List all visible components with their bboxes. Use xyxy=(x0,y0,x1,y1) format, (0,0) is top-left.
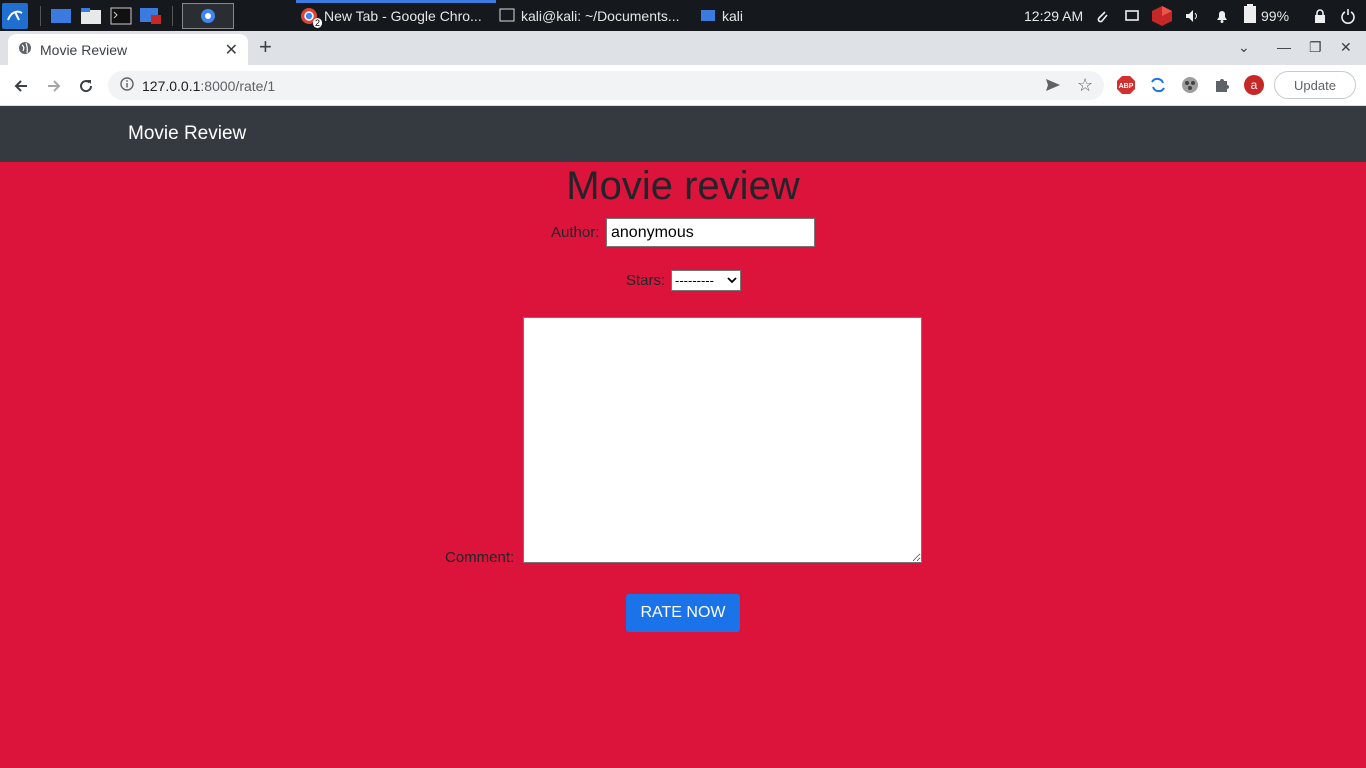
new-tab-icon[interactable]: + xyxy=(259,36,272,58)
screen-recorder-icon[interactable] xyxy=(138,3,164,29)
sync-icon[interactable] xyxy=(1148,75,1168,95)
rate-now-button[interactable]: RATE NOW xyxy=(626,594,740,632)
taskbar-window-title: kali xyxy=(722,8,744,24)
page-title: Movie review xyxy=(566,164,800,208)
comment-textarea[interactable] xyxy=(523,317,922,563)
globe-icon xyxy=(18,41,32,58)
active-window-indicator xyxy=(296,0,496,3)
paperclip-icon[interactable] xyxy=(1094,0,1110,31)
svg-text:a: a xyxy=(1251,78,1258,92)
url-host: 127.0.0.1 xyxy=(142,77,201,94)
volume-icon[interactable] xyxy=(1184,0,1202,31)
taskbar-separator xyxy=(172,6,173,26)
chrome-icon: 2 xyxy=(300,7,322,28)
workspace-switcher[interactable] xyxy=(182,3,234,29)
window-count-badge: 2 xyxy=(312,18,322,28)
tab-strip: Movie Review ✕ xyxy=(0,31,1366,65)
folder-icon xyxy=(700,8,716,25)
reload-icon[interactable] xyxy=(75,75,97,97)
comment-label: Comment: xyxy=(445,549,515,566)
stars-label: Stars: xyxy=(626,272,666,289)
close-window-icon[interactable]: ✕ xyxy=(1340,39,1352,56)
tab-search-icon[interactable]: ⌄ xyxy=(1238,39,1250,56)
stars-select[interactable]: --------- xyxy=(671,270,741,291)
svg-text:ABP: ABP xyxy=(1119,83,1134,90)
author-input[interactable] xyxy=(606,218,815,247)
site-navbar: Movie Review xyxy=(0,106,1366,162)
stars-selected-value: --------- xyxy=(675,273,714,288)
tab-close-icon[interactable]: ✕ xyxy=(225,40,238,60)
profile-avatar[interactable]: a xyxy=(1244,75,1264,95)
update-button[interactable]: Update xyxy=(1274,71,1356,99)
notification-bell-icon[interactable] xyxy=(1214,0,1230,31)
file-manager-icon[interactable] xyxy=(78,3,104,29)
send-tab-icon[interactable] xyxy=(1045,77,1061,98)
battery-indicator[interactable]: 99% xyxy=(1243,0,1289,31)
site-info-icon[interactable] xyxy=(120,77,134,94)
battery-icon xyxy=(1243,4,1257,27)
extension-icon[interactable] xyxy=(1180,75,1200,95)
tab-title: Movie Review xyxy=(40,41,128,58)
battery-percent: 99% xyxy=(1261,7,1290,24)
tab-movie-review[interactable]: Movie Review ✕ xyxy=(8,34,248,65)
taskbar: 2 New Tab - Google Chro... kali@kali: ~/… xyxy=(0,0,1366,31)
back-icon[interactable] xyxy=(10,75,32,97)
terminal-window-icon xyxy=(499,8,515,25)
author-label: Author: xyxy=(551,224,600,241)
taskbar-window-terminal[interactable]: kali@kali: ~/Documents... xyxy=(499,4,680,28)
power-icon[interactable] xyxy=(1340,0,1356,31)
taskbar-separator xyxy=(40,6,41,26)
show-desktop-icon[interactable] xyxy=(48,3,74,29)
forward-icon[interactable] xyxy=(43,75,65,97)
taskbar-window-title: kali@kali: ~/Documents... xyxy=(521,8,680,24)
adblock-plus-icon[interactable]: ABP xyxy=(1116,75,1136,95)
browser-toolbar: 127.0.0.1:8000/rate/1 ☆ ABP a Update xyxy=(0,65,1366,106)
chevron-down-icon xyxy=(727,274,737,289)
minimize-icon[interactable]: — xyxy=(1277,39,1291,55)
lock-screen-icon[interactable] xyxy=(1313,0,1327,31)
kali-menu-icon[interactable] xyxy=(2,3,28,29)
navbar-brand[interactable]: Movie Review xyxy=(128,123,246,145)
taskbar-window-title: New Tab - Google Chro... xyxy=(324,8,482,24)
restore-icon[interactable]: ❐ xyxy=(1309,39,1322,56)
taskbar-window-folder[interactable]: kali xyxy=(700,4,743,28)
display-icon[interactable] xyxy=(1124,0,1140,31)
url-path: :8000/rate/1 xyxy=(200,77,276,94)
terminal-icon[interactable] xyxy=(108,3,134,29)
address-bar[interactable]: 127.0.0.1:8000/rate/1 xyxy=(108,71,1104,100)
clock[interactable]: 12:29 AM xyxy=(1024,0,1083,31)
kali-undercover-icon[interactable] xyxy=(1151,0,1173,31)
taskbar-window-chrome[interactable]: 2 New Tab - Google Chro... xyxy=(300,4,482,28)
bookmark-star-icon[interactable]: ☆ xyxy=(1077,75,1093,96)
extensions-puzzle-icon[interactable] xyxy=(1212,75,1232,95)
